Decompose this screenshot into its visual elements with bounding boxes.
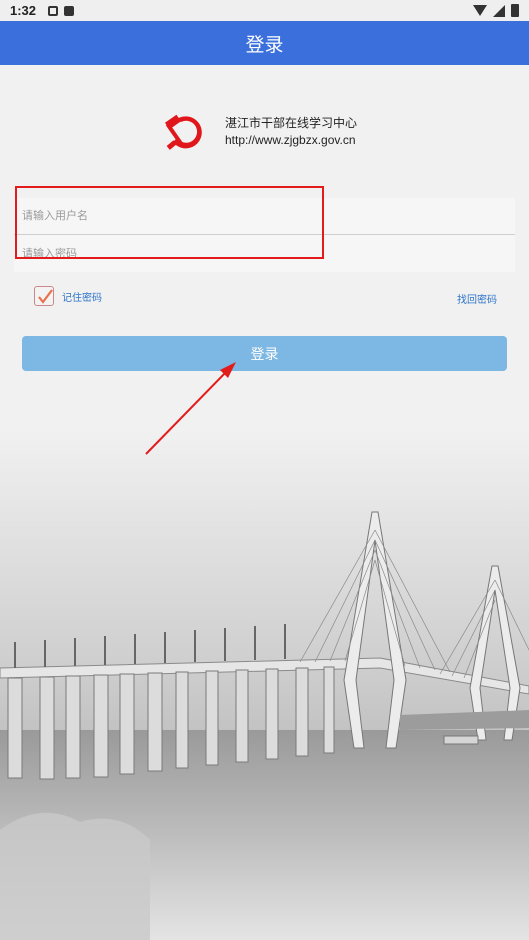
remember-checkbox[interactable]: [34, 286, 54, 306]
status-right: [473, 4, 519, 17]
bridge-background-image: [0, 430, 529, 940]
notification-a-icon: [48, 5, 59, 16]
forgot-password-link[interactable]: 找回密码: [457, 291, 497, 306]
check-icon: [38, 289, 53, 304]
signal-icon: [493, 4, 505, 17]
battery-icon: [511, 4, 519, 17]
remember-label: 记住密码: [62, 292, 102, 304]
org-header: 湛江市干部在线学习中心 http://www.zjgbzx.gov.cn: [163, 112, 357, 152]
org-text: 湛江市干部在线学习中心 http://www.zjgbzx.gov.cn: [225, 115, 357, 149]
status-bar: 1:32: [0, 0, 529, 21]
status-time: 1:32: [10, 3, 37, 18]
app-bar: 登录: [0, 21, 529, 65]
page-title: 登录: [245, 34, 284, 56]
org-name: 湛江市干部在线学习中心: [225, 116, 358, 130]
notification-square-icon: [64, 5, 75, 16]
highlight-box: [15, 186, 324, 259]
remember-password[interactable]: 记住密码: [34, 286, 102, 306]
org-url[interactable]: http://www.zjgbzx.gov.cn: [225, 132, 357, 149]
party-emblem-icon: [164, 114, 202, 150]
wifi-icon: [473, 4, 487, 17]
login-button[interactable]: 登录: [22, 336, 507, 371]
